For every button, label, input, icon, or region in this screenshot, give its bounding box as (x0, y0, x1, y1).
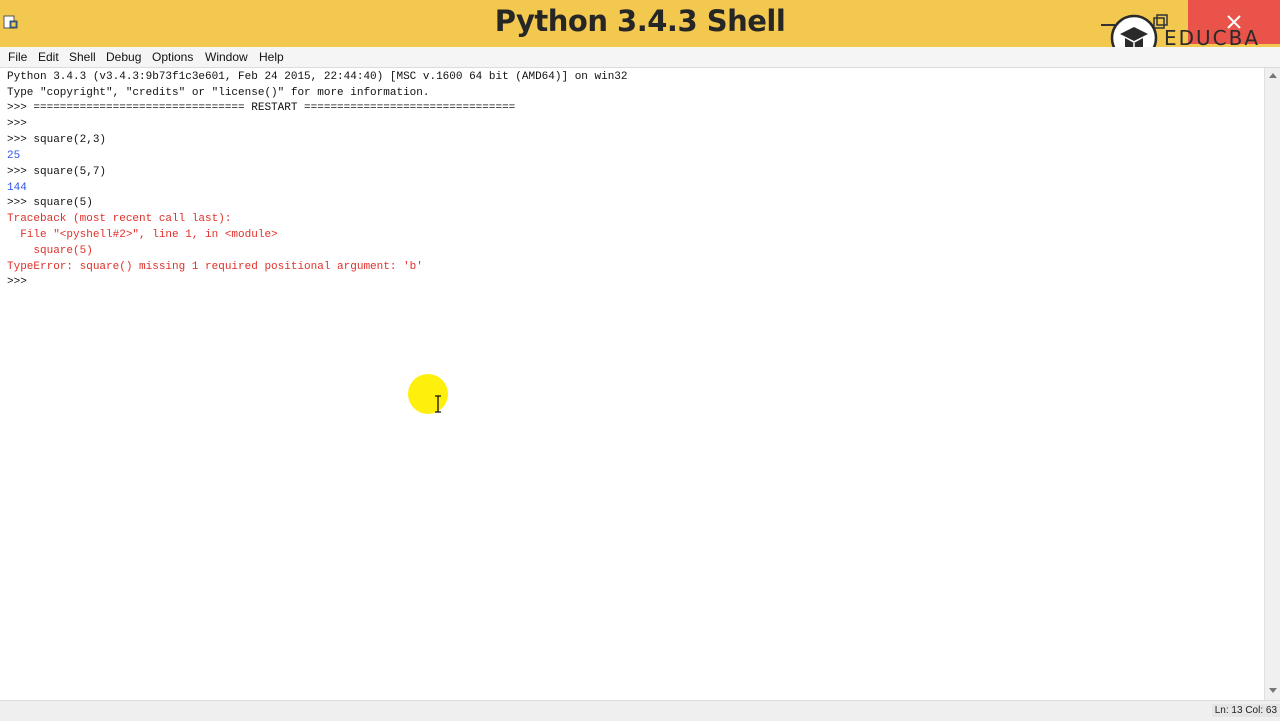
menu-bar: File Edit Shell Debug Options Window Hel… (0, 47, 1280, 68)
scroll-down-icon[interactable] (1269, 688, 1277, 694)
shell-line-traceback-file: File "<pyshell#2>", line 1, in <module> (7, 229, 278, 241)
shell-line-error: TypeError: square() missing 1 required p… (7, 261, 423, 273)
shell-text-area[interactable]: Python 3.4.3 (v3.4.3:9b73f1c3e601, Feb 2… (0, 68, 1264, 700)
scroll-up-icon[interactable] (1269, 72, 1277, 78)
shell-line-info: Type "copyright", "credits" or "license(… (7, 87, 430, 99)
title-bar: Python 3.4.3 Shell (0, 0, 1280, 47)
shell-line-input: >>> square(5,7) (7, 166, 107, 178)
shell-line-restart: >>> ================================ RES… (7, 102, 516, 114)
menu-file[interactable]: File (8, 50, 27, 64)
shell-line-output: 25 (7, 150, 21, 162)
status-bar: Ln: 13 Col: 63 (0, 700, 1280, 721)
cursor-position: Ln: 13 Col: 63 (1211, 704, 1280, 717)
shell-line-traceback-code: square(5) (7, 245, 93, 257)
shell-line-input: >>> square(5) (7, 197, 93, 209)
menu-edit[interactable]: Edit (38, 50, 59, 64)
shell-line-banner: Python 3.4.3 (v3.4.3:9b73f1c3e601, Feb 2… (7, 71, 628, 83)
window-title: Python 3.4.3 Shell (494, 4, 786, 38)
menu-shell[interactable]: Shell (69, 50, 96, 64)
shell-line-output: 144 (7, 182, 27, 194)
shell-line-input: >>> square(2,3) (7, 134, 107, 146)
menu-help[interactable]: Help (259, 50, 284, 64)
menu-options[interactable]: Options (152, 50, 193, 64)
shell-line-current-prompt[interactable]: >>> (7, 274, 33, 290)
shell-line-traceback: Traceback (most recent call last): (7, 213, 232, 225)
menu-window[interactable]: Window (205, 50, 248, 64)
menu-debug[interactable]: Debug (106, 50, 141, 64)
shell-line-prompt: >>> (7, 118, 34, 130)
vertical-scrollbar[interactable] (1264, 68, 1280, 700)
text-cursor-icon (435, 395, 441, 413)
